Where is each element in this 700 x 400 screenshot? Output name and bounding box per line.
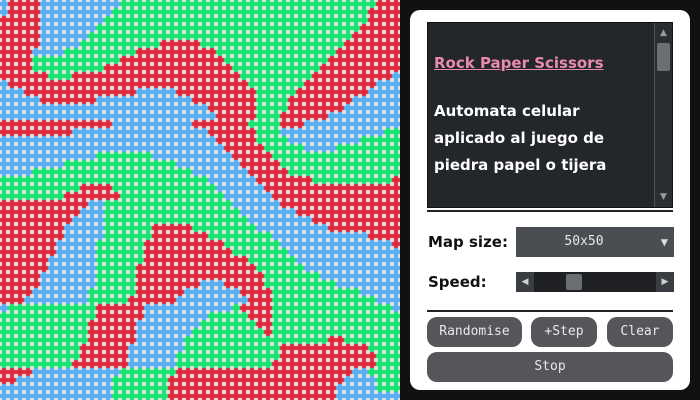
scroll-thumb[interactable] [657,43,670,71]
control-panel: Rock Paper Scissors Automata celular apl… [410,10,690,390]
info-scrollbar[interactable]: ▲ ▼ [654,23,672,207]
info-description: Automata celular aplicado al juego de pi… [434,102,607,174]
info-box[interactable]: Rock Paper Scissors Automata celular apl… [427,22,673,208]
scroll-up-icon[interactable]: ▲ [655,25,672,41]
map-size-value: 50x50 [564,234,604,249]
scroll-down-icon[interactable]: ▼ [655,189,672,205]
step-button[interactable]: +Step [531,317,597,347]
divider [427,210,673,212]
info-title-link[interactable]: Rock Paper Scissors [434,54,604,72]
slider-left-icon[interactable]: ◀ [516,272,534,292]
speed-label: Speed: [428,273,487,291]
randomise-button[interactable]: Randomise [427,317,522,347]
stop-button[interactable]: Stop [427,352,673,382]
chevron-down-icon: ▼ [660,235,668,249]
slider-right-icon[interactable]: ▶ [656,272,674,292]
map-size-label: Map size: [428,233,508,251]
slider-thumb[interactable] [566,274,582,290]
speed-slider[interactable]: ◀ ▶ [516,272,674,292]
info-content: Rock Paper Scissors Automata celular apl… [434,53,644,179]
map-size-select[interactable]: 50x50 ▼ [516,227,674,257]
cellular-automaton-grid[interactable] [0,0,400,400]
clear-button[interactable]: Clear [607,317,673,347]
divider [427,310,673,312]
